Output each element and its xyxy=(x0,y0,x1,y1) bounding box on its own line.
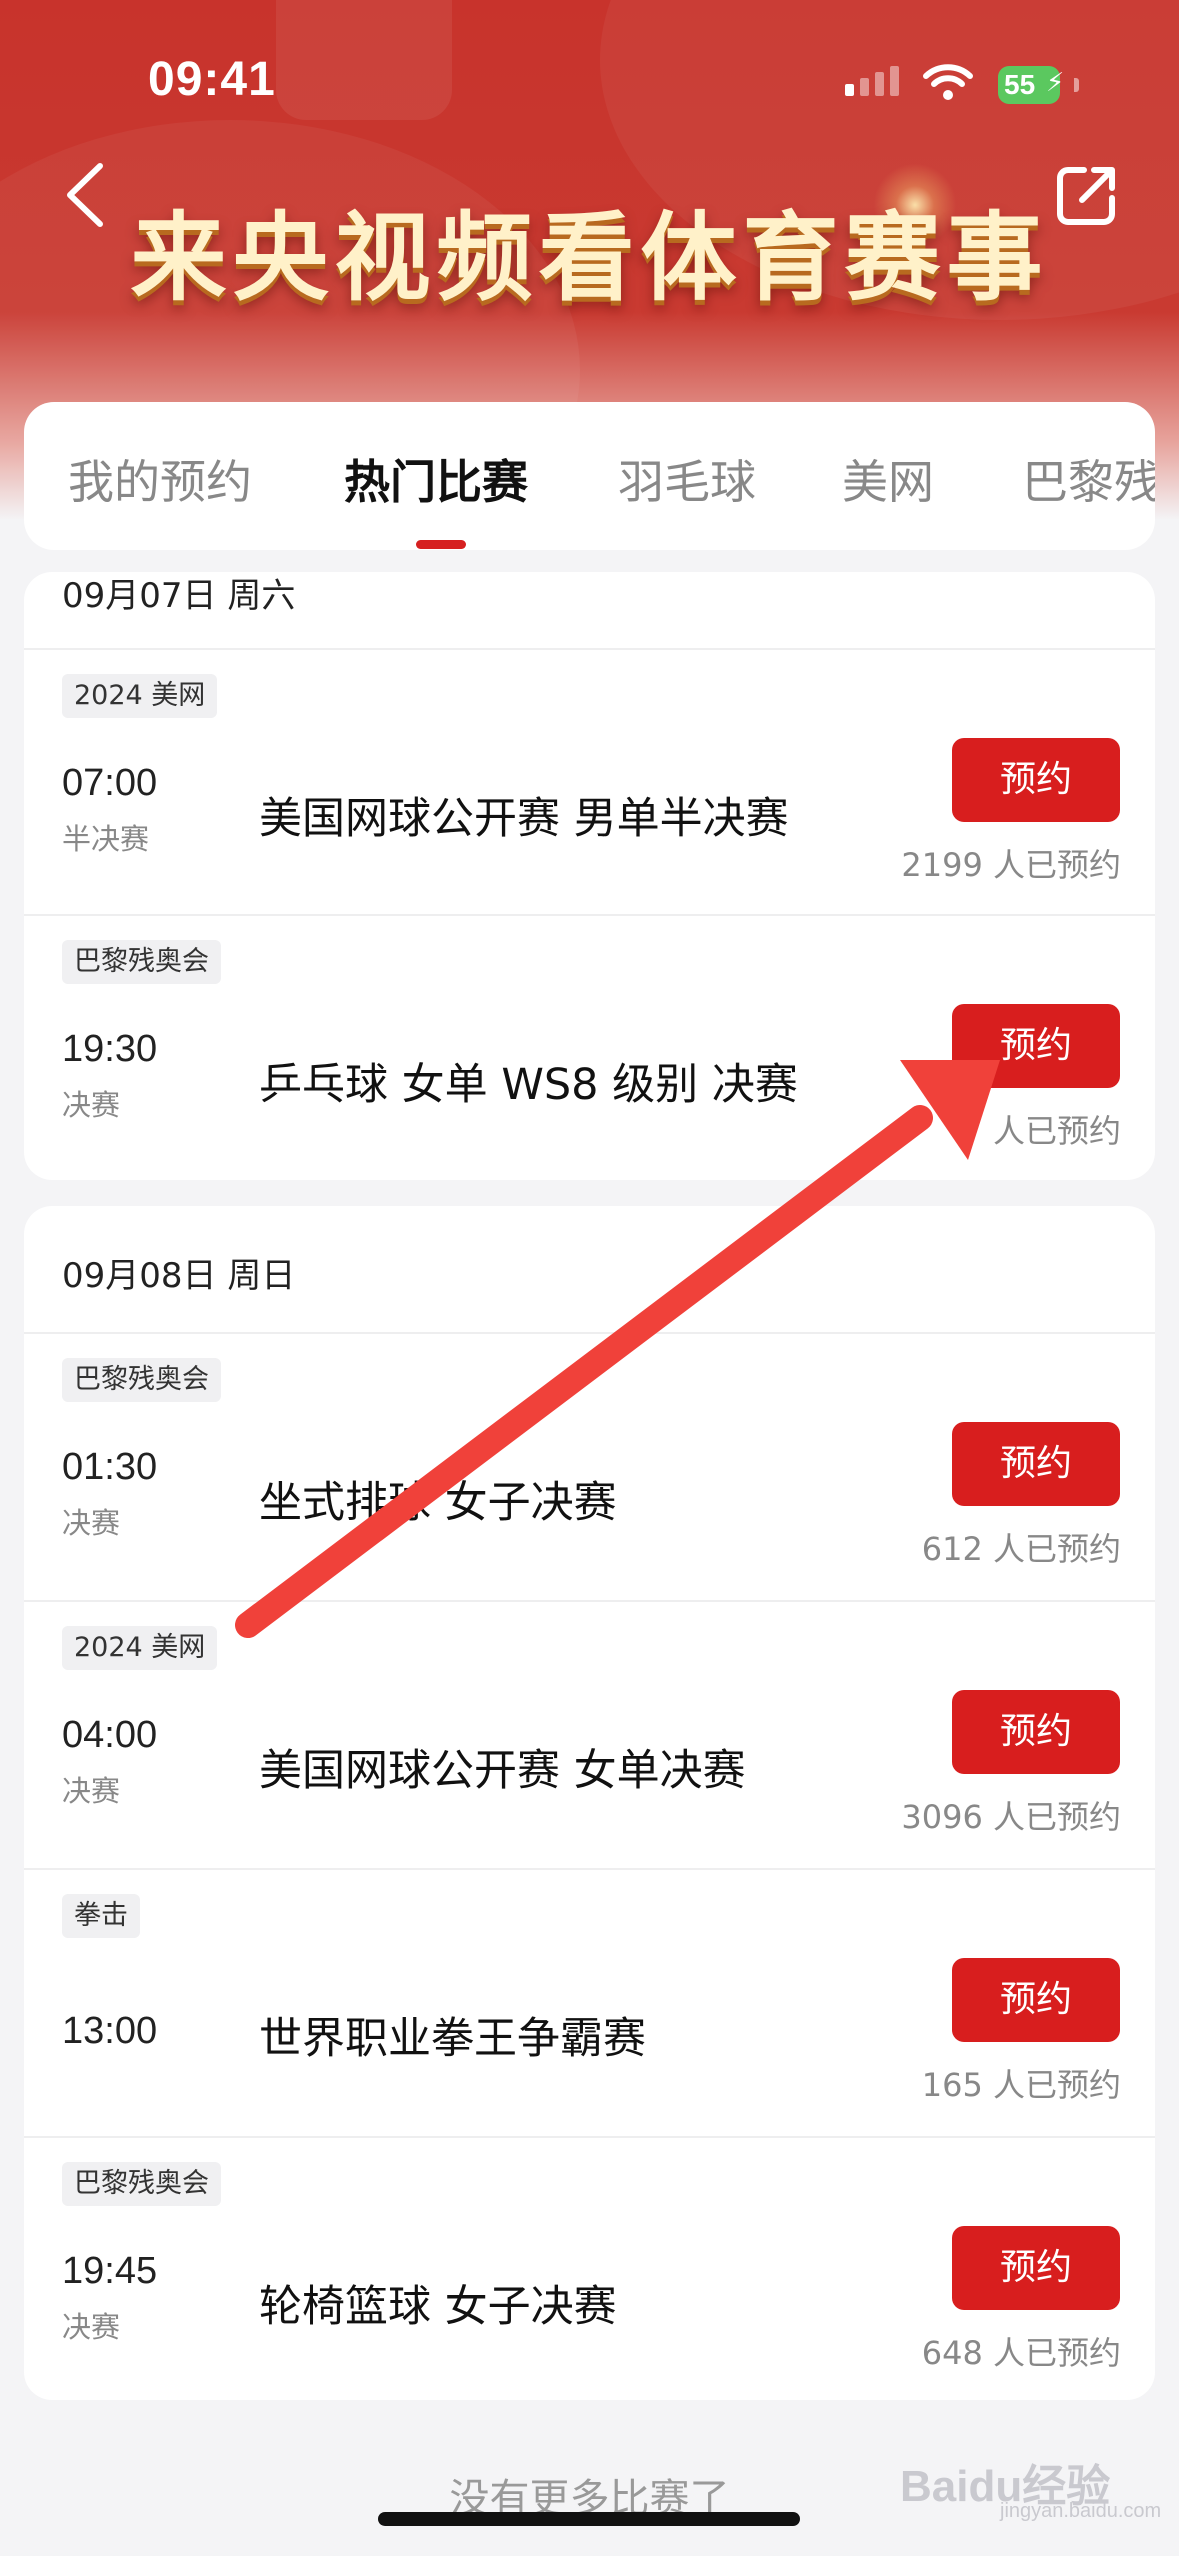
event-title: 美国网球公开赛 女单决赛 xyxy=(259,1746,746,1796)
tab-hot-matches[interactable]: 热门比赛 xyxy=(344,446,528,512)
banner-decoration xyxy=(276,0,452,120)
booked-count: 7 人已预约 xyxy=(962,1112,1121,1150)
event-stage: 半决赛 xyxy=(62,822,150,856)
event-tag: 巴黎残奥会 xyxy=(62,2162,221,2206)
day-card: 09月07日 周六 2024 美网 07:00 半决赛 美国网球公开赛 男单半决… xyxy=(24,572,1155,1180)
book-button[interactable]: 预约 xyxy=(952,1690,1120,1774)
battery-level: 55 xyxy=(1004,69,1036,100)
event-row[interactable]: 巴黎残奥会 19:30 决赛 乒乓球 女单 WS8 级别 决赛 预约 7 人已预… xyxy=(24,916,1155,1180)
event-row[interactable]: 2024 美网 07:00 半决赛 美国网球公开赛 男单半决赛 预约 2199 … xyxy=(24,650,1155,914)
charging-icon: ⚡ xyxy=(1046,68,1065,98)
event-tag: 巴黎残奥会 xyxy=(62,940,221,984)
booked-count: 165 人已预约 xyxy=(921,2066,1121,2104)
book-button[interactable]: 预约 xyxy=(952,1422,1120,1506)
event-stage: 决赛 xyxy=(62,2310,121,2344)
event-time: 04:00 xyxy=(62,1714,158,1756)
event-tag: 2024 美网 xyxy=(62,674,218,718)
event-stage: 决赛 xyxy=(62,1506,121,1540)
wifi-icon xyxy=(923,64,973,100)
tab-badminton[interactable]: 羽毛球 xyxy=(618,446,756,512)
event-title: 美国网球公开赛 男单半决赛 xyxy=(259,794,789,844)
event-row[interactable]: 拳击 13:00 世界职业拳王争霸赛 预约 165 人已预约 xyxy=(24,1870,1155,2134)
booked-count: 648 人已预约 xyxy=(921,2334,1121,2372)
active-tab-indicator xyxy=(416,540,466,549)
event-title: 乒乓球 女单 WS8 级别 决赛 xyxy=(259,1060,798,1110)
share-button[interactable] xyxy=(1054,162,1120,228)
date-header: 09月07日 周六 xyxy=(62,576,296,616)
tab-paris-paralympics[interactable]: 巴黎残 xyxy=(1022,446,1155,512)
event-tag: 2024 美网 xyxy=(62,1626,218,1670)
event-title: 世界职业拳王争霸赛 xyxy=(259,2014,646,2064)
booked-count: 612 人已预约 xyxy=(921,1530,1121,1568)
event-time: 19:30 xyxy=(62,1028,158,1070)
book-button[interactable]: 预约 xyxy=(952,1004,1120,1088)
event-time: 13:00 xyxy=(62,2010,158,2052)
tab-us-open[interactable]: 美网 xyxy=(842,446,934,512)
event-time: 07:00 xyxy=(62,762,158,804)
day-card: 09月08日 周日 巴黎残奥会 01:30 决赛 坐式排球 女子决赛 预约 61… xyxy=(24,1206,1155,2400)
date-header: 09月08日 周日 xyxy=(62,1256,296,1296)
book-button[interactable]: 预约 xyxy=(952,738,1120,822)
event-stage: 决赛 xyxy=(62,1088,121,1122)
event-title: 轮椅篮球 女子决赛 xyxy=(259,2282,617,2332)
event-title: 坐式排球 女子决赛 xyxy=(259,1478,617,1528)
home-indicator xyxy=(378,2512,800,2526)
book-button[interactable]: 预约 xyxy=(952,1958,1120,2042)
booked-count: 3096 人已预约 xyxy=(901,1798,1121,1836)
status-time: 09:41 xyxy=(148,53,276,106)
cellular-signal-icon xyxy=(845,66,899,96)
tab-my-bookings[interactable]: 我的预约 xyxy=(68,446,252,512)
category-tabs: 我的预约 热门比赛 羽毛球 美网 巴黎残 xyxy=(24,402,1155,550)
event-row[interactable]: 巴黎残奥会 19:45 决赛 轮椅篮球 女子决赛 预约 648 人已预约 xyxy=(24,2138,1155,2400)
event-row[interactable]: 2024 美网 04:00 决赛 美国网球公开赛 女单决赛 预约 3096 人已… xyxy=(24,1602,1155,1866)
event-time: 01:30 xyxy=(62,1446,158,1488)
event-stage: 决赛 xyxy=(62,1774,121,1808)
battery-tip xyxy=(1074,78,1079,92)
event-time: 19:45 xyxy=(62,2250,158,2292)
watermark-url: jingyan.baidu.com xyxy=(1000,2500,1162,2522)
booked-count: 2199 人已预约 xyxy=(901,846,1121,884)
book-button[interactable]: 预约 xyxy=(952,2226,1120,2310)
page-title: 来央视频看体育赛事 xyxy=(130,201,1049,314)
event-tag: 拳击 xyxy=(62,1894,140,1938)
event-row[interactable]: 巴黎残奥会 01:30 决赛 坐式排球 女子决赛 预约 612 人已预约 xyxy=(24,1334,1155,1598)
event-tag: 巴黎残奥会 xyxy=(62,1358,221,1402)
